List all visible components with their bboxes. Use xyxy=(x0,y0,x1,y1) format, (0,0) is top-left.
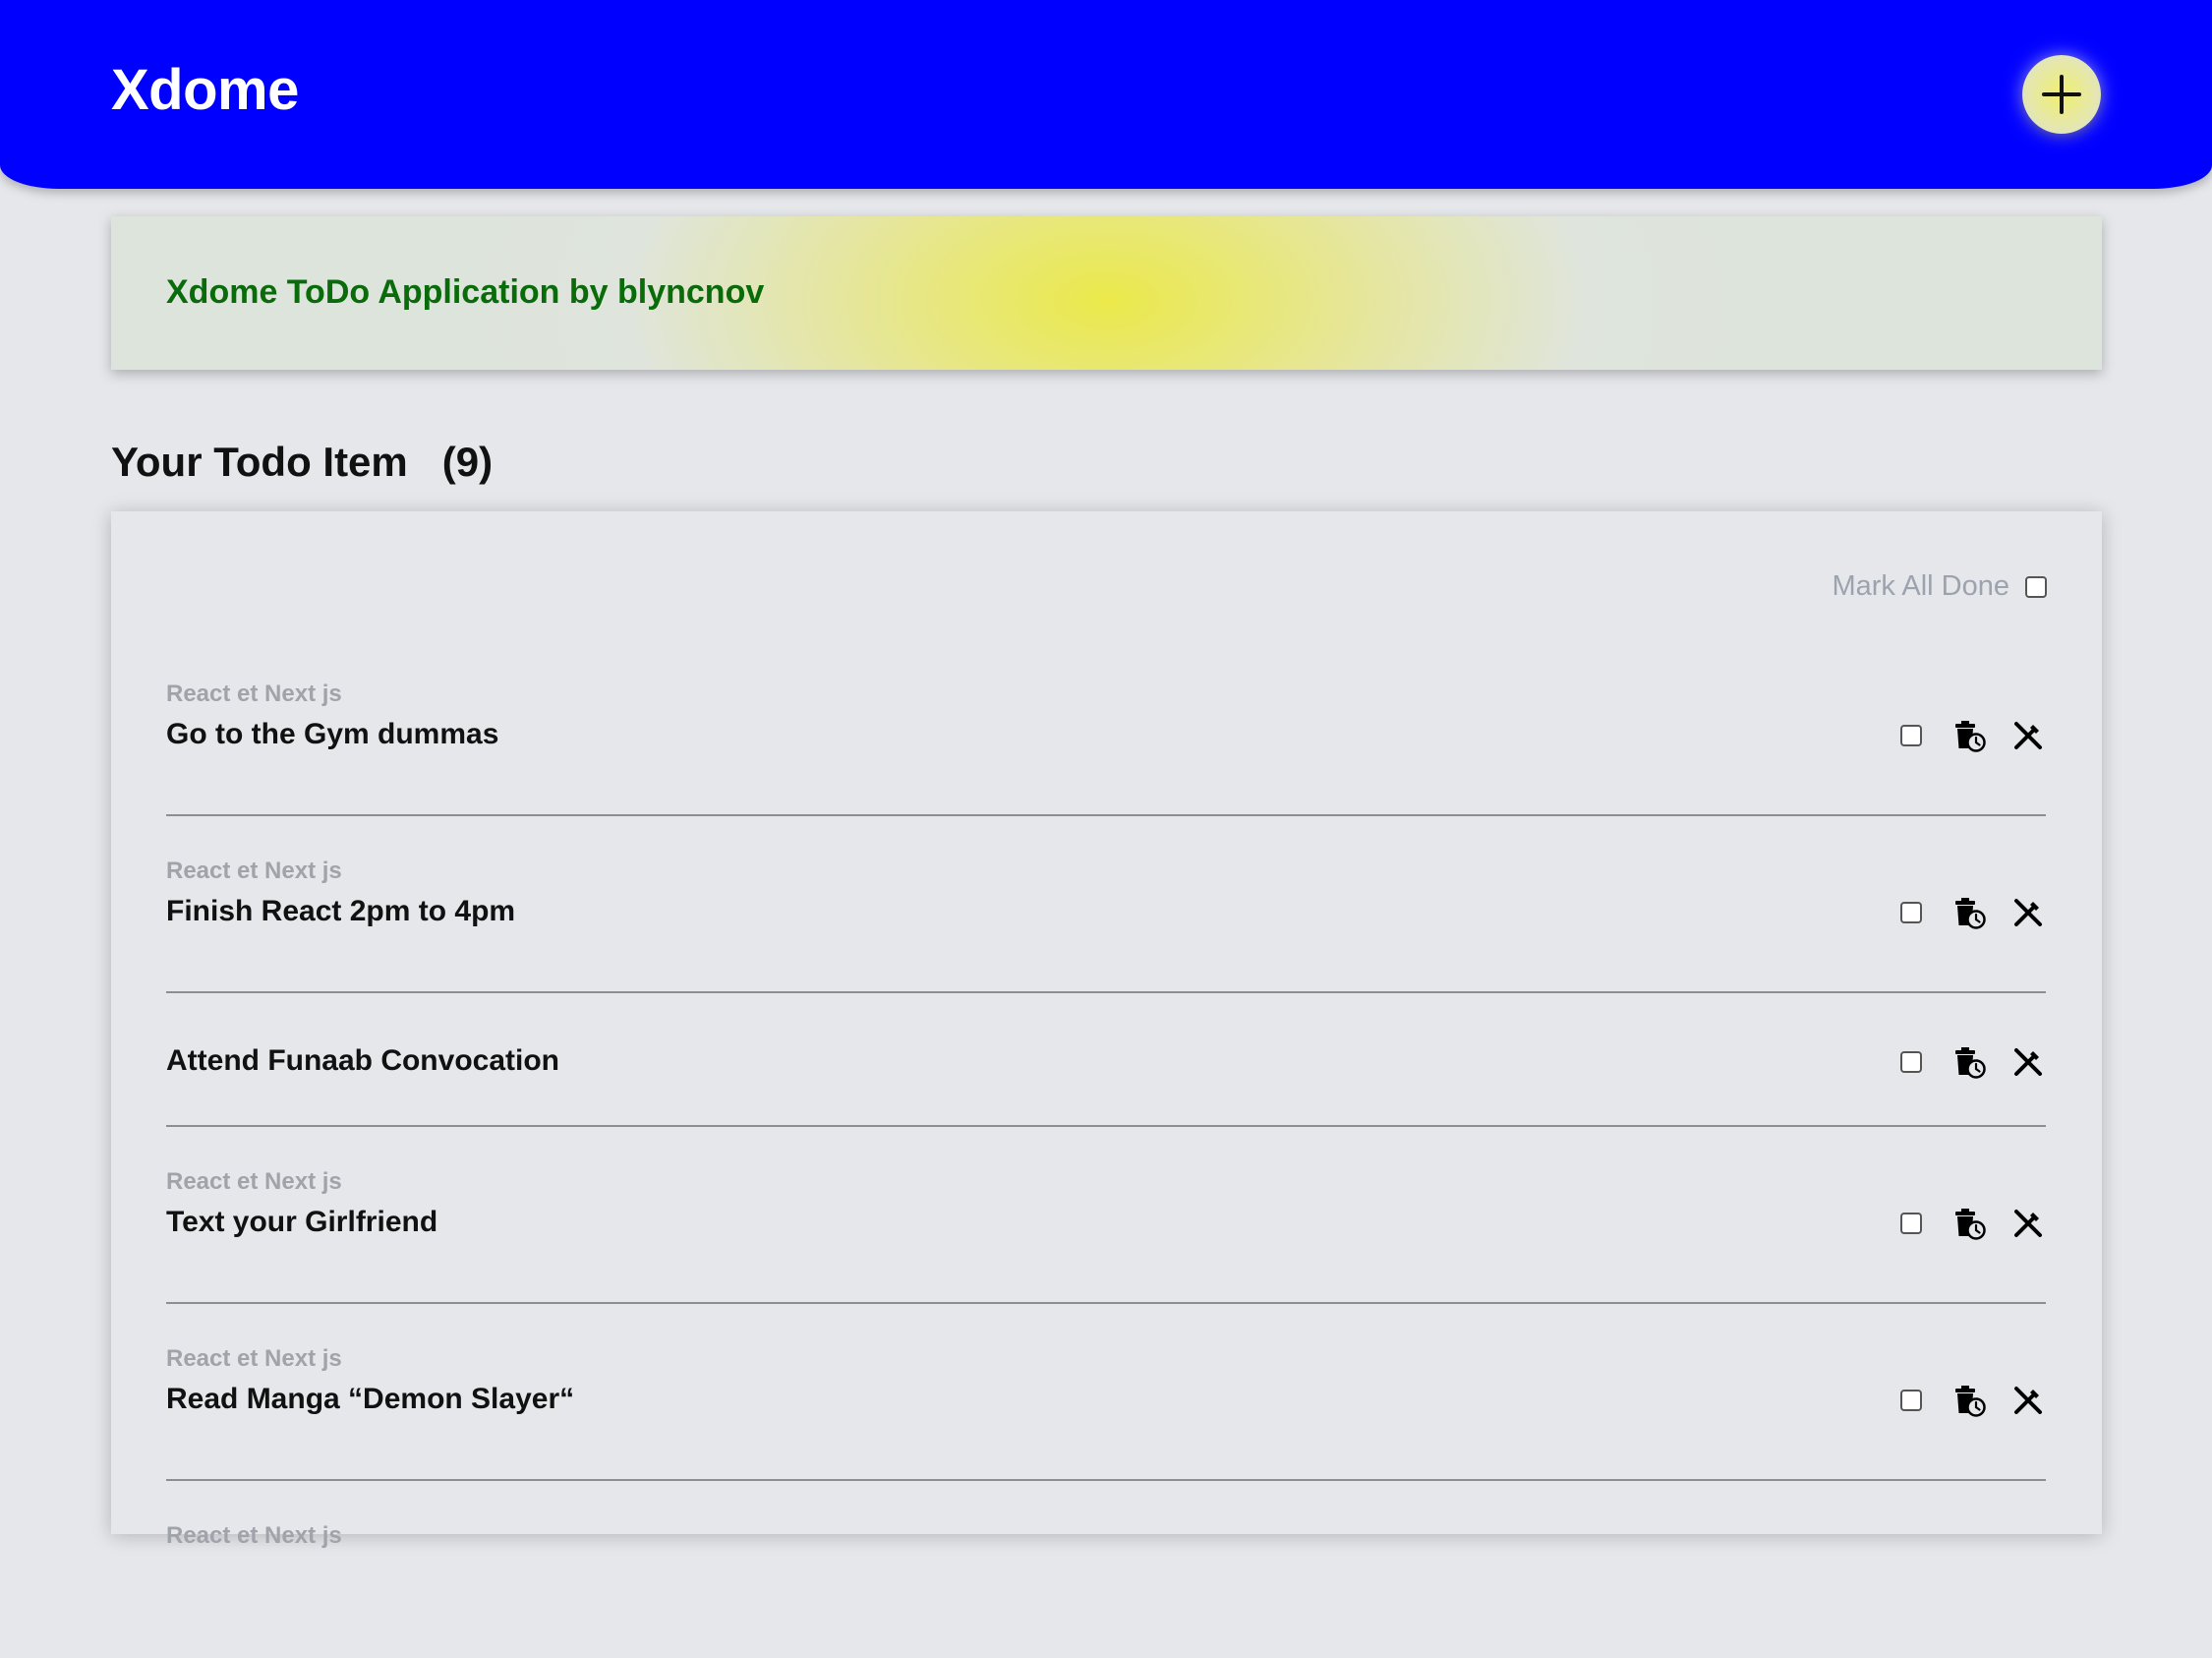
todo-title: Attend Funaab Convocation xyxy=(166,1044,559,1077)
todo-item: Attend Funaab Convocation xyxy=(166,993,2046,1127)
mark-all-done: Mark All Done xyxy=(1832,570,2047,603)
todo-done-checkbox[interactable] xyxy=(1900,1051,1922,1073)
heading-label: Your Todo Item xyxy=(111,439,408,485)
todo-done-checkbox[interactable] xyxy=(1900,725,1922,746)
trash-clock-icon xyxy=(1955,1047,1986,1079)
add-todo-button[interactable] xyxy=(2022,55,2101,134)
todo-tag: React et Next js xyxy=(166,1522,342,1549)
delete-button[interactable] xyxy=(1951,718,1987,753)
edit-button[interactable] xyxy=(2010,1206,2046,1241)
todo-actions xyxy=(1900,895,2046,930)
delete-button[interactable] xyxy=(1951,1206,1987,1241)
todo-title: Finish React 2pm to 4pm xyxy=(166,895,516,927)
todo-tag: React et Next js xyxy=(166,858,342,884)
edit-cross-icon xyxy=(2014,722,2042,749)
todo-actions xyxy=(1900,1206,2046,1241)
plus-icon xyxy=(2042,75,2081,114)
edit-cross-icon xyxy=(2014,1048,2042,1076)
todo-item: React et Next js Finish React 2pm to 4pm xyxy=(166,816,2046,993)
edit-cross-icon xyxy=(2014,899,2042,926)
todo-actions xyxy=(1900,1383,2046,1418)
todo-done-checkbox[interactable] xyxy=(1900,1213,1922,1234)
delete-button[interactable] xyxy=(1951,1044,1987,1080)
edit-button[interactable] xyxy=(2010,895,2046,930)
todo-tag: React et Next js xyxy=(166,1345,342,1372)
mark-all-label: Mark All Done xyxy=(1832,570,2009,602)
mark-all-checkbox[interactable] xyxy=(2025,575,2047,598)
todo-title: Go to the Gym dummas xyxy=(166,718,499,750)
todo-item: React et Next js Go to the Gym dummas xyxy=(166,639,2046,816)
delete-button[interactable] xyxy=(1951,895,1987,930)
trash-clock-icon xyxy=(1955,1386,1986,1417)
edit-cross-icon xyxy=(2014,1210,2042,1237)
banner-text: Xdome ToDo Application by blyncnov xyxy=(166,273,765,311)
trash-clock-icon xyxy=(1955,1209,1986,1240)
todo-tag: React et Next js xyxy=(166,681,342,707)
edit-button[interactable] xyxy=(2010,718,2046,753)
trash-clock-icon xyxy=(1955,898,1986,929)
todo-actions xyxy=(1900,718,2046,753)
todo-count: (9) xyxy=(441,439,494,485)
app-title: Xdome xyxy=(111,58,299,122)
todo-title: Read Manga “Demon Slayer“ xyxy=(166,1383,575,1415)
todo-tag: React et Next js xyxy=(166,1168,342,1195)
edit-cross-icon xyxy=(2014,1387,2042,1414)
edit-button[interactable] xyxy=(2010,1383,2046,1418)
todo-actions xyxy=(1900,1044,2046,1080)
delete-button[interactable] xyxy=(1951,1383,1987,1418)
app-header: Xdome xyxy=(0,0,2212,189)
todo-list: React et Next js Go to the Gym dummas Re… xyxy=(166,639,2046,1658)
todo-list-card: Mark All Done React et Next js Go to the… xyxy=(111,511,2102,1549)
trash-clock-icon xyxy=(1955,721,1986,752)
todo-item: React et Next js xyxy=(166,1481,2046,1658)
todo-item: React et Next js Text your Girlfriend xyxy=(166,1127,2046,1304)
todo-title: Text your Girlfriend xyxy=(166,1206,438,1238)
edit-button[interactable] xyxy=(2010,1044,2046,1080)
todo-item: React et Next js Read Manga “Demon Slaye… xyxy=(166,1304,2046,1481)
section-heading: Your Todo Item (9) xyxy=(111,439,493,486)
todo-done-checkbox[interactable] xyxy=(1900,902,1922,923)
todo-done-checkbox[interactable] xyxy=(1900,1390,1922,1411)
info-banner: Xdome ToDo Application by blyncnov xyxy=(111,216,2102,370)
